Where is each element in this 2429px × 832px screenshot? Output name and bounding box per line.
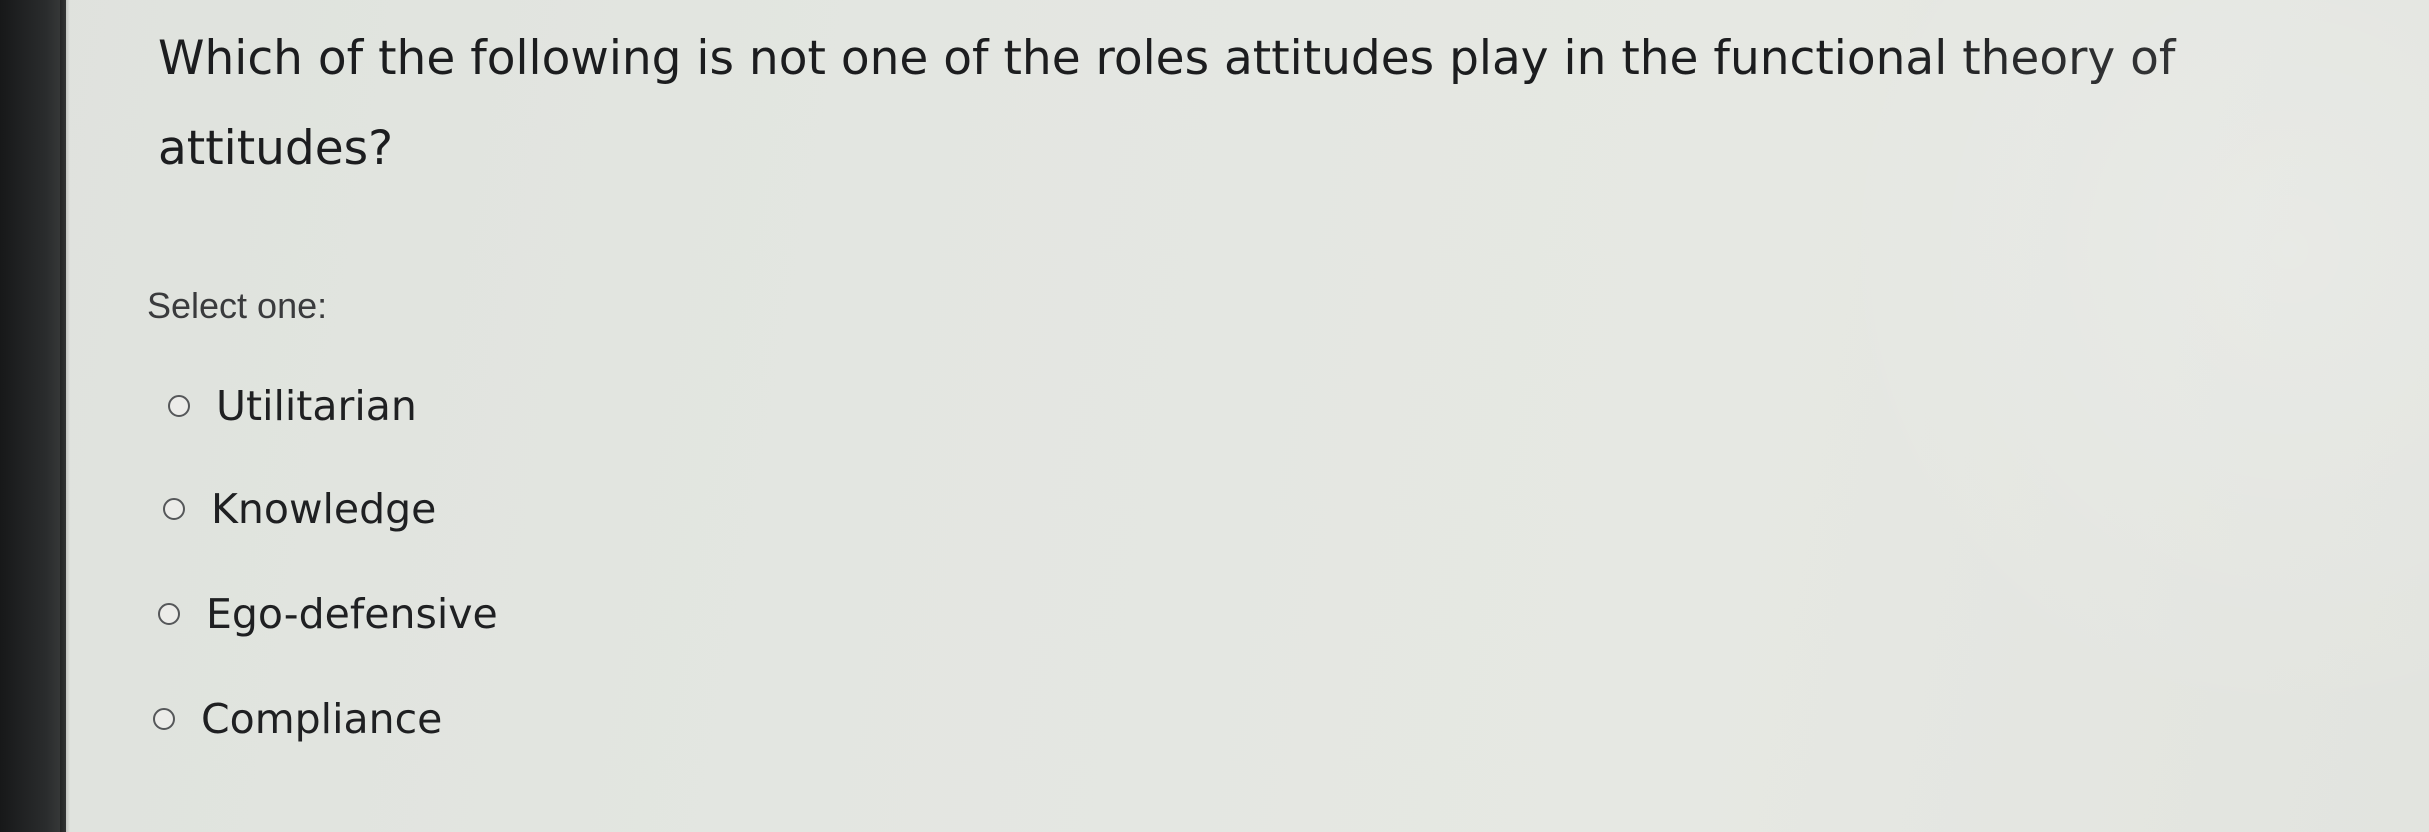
answer-option-compliance[interactable]: Compliance bbox=[153, 689, 442, 749]
answer-option-utilitarian[interactable]: Utilitarian bbox=[168, 376, 417, 436]
answer-option-ego-defensive[interactable]: Ego-defensive bbox=[158, 584, 498, 644]
answer-label[interactable]: Ego-defensive bbox=[206, 590, 498, 638]
radio-button-icon[interactable] bbox=[168, 395, 190, 417]
radio-button-icon[interactable] bbox=[158, 603, 180, 625]
radio-button-icon[interactable] bbox=[163, 498, 185, 520]
answer-label[interactable]: Utilitarian bbox=[216, 382, 417, 430]
question-text: Which of the following is not one of the… bbox=[158, 31, 2176, 176]
bezel-shadow bbox=[60, 0, 70, 832]
answer-label[interactable]: Knowledge bbox=[211, 485, 436, 533]
answer-option-knowledge[interactable]: Knowledge bbox=[163, 479, 436, 539]
screen: Which of the following is not one of the… bbox=[0, 0, 2429, 832]
quiz-question-panel: Which of the following is not one of the… bbox=[70, 0, 2429, 832]
select-one-prompt: Select one: bbox=[147, 285, 328, 326]
monitor-bezel bbox=[0, 0, 66, 832]
answer-label[interactable]: Compliance bbox=[201, 695, 442, 743]
radio-button-icon[interactable] bbox=[153, 708, 175, 730]
